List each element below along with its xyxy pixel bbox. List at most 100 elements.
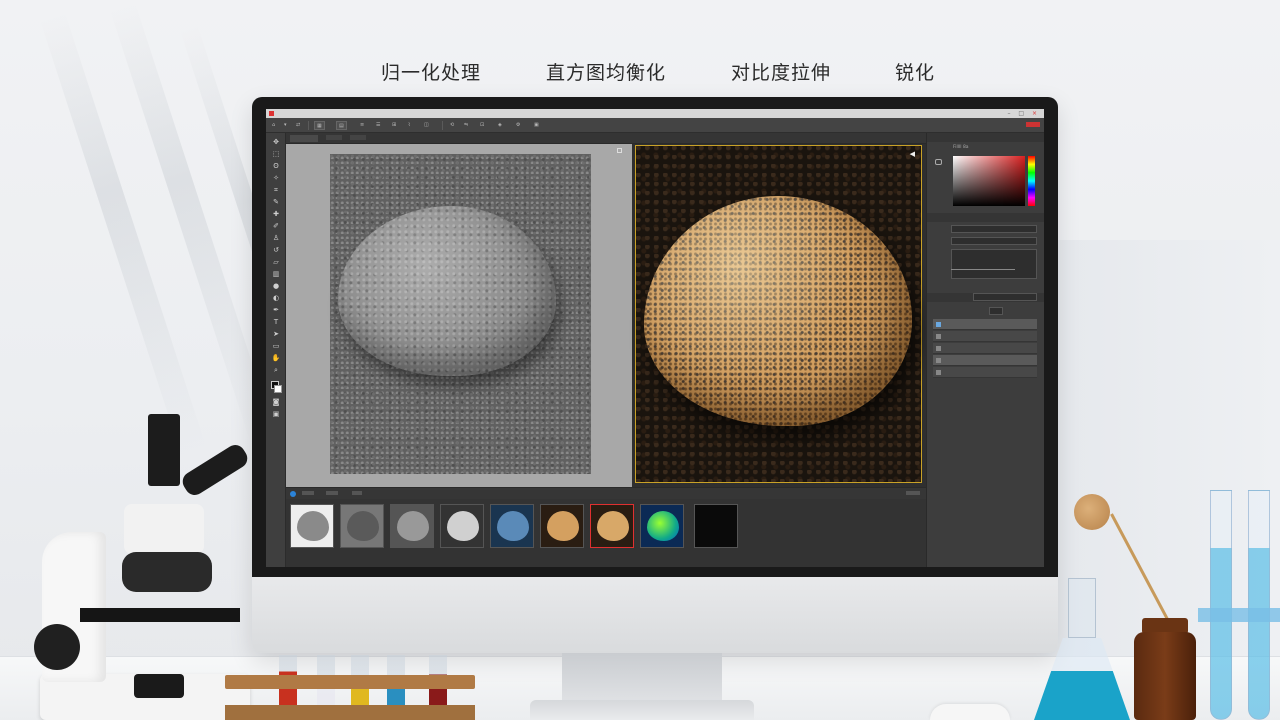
camera-icon[interactable]: ▣: [532, 121, 541, 130]
color-value-label: Fillll 8a: [953, 145, 969, 150]
thumbnail-black[interactable]: [694, 504, 738, 548]
filmstrip-tab-1[interactable]: [302, 491, 314, 495]
distribute-icon[interactable]: ☰: [374, 121, 382, 130]
thumbnail-original[interactable]: [290, 504, 334, 548]
transform-icon[interactable]: ⊞: [390, 121, 398, 130]
test-tube-cyan: [1210, 490, 1232, 720]
rotate-icon[interactable]: ⟲: [448, 121, 456, 130]
processed-image-pane[interactable]: ◀: [635, 145, 922, 483]
thumbnail-warm-selected[interactable]: [590, 504, 634, 548]
properties-dropdown[interactable]: [951, 225, 1037, 233]
brush-icon[interactable]: ✐: [271, 221, 281, 231]
monitor-bezel: – □ × ⌂ ▾ ⇄ ▦ ▤ ≡ ☰ ⊞ ⌇ ◫ ⟲ ⇋ ⊡ ◈ ⚙ ▣ ✥ …: [252, 97, 1058, 577]
warp-icon[interactable]: ⌇: [406, 121, 412, 130]
flask-neck: [1068, 578, 1096, 638]
grid-icon[interactable]: ⊡: [478, 121, 486, 130]
thumbnail-warm[interactable]: [540, 504, 584, 548]
gradient-icon[interactable]: ▥: [271, 269, 281, 279]
flip-icon[interactable]: ⇋: [462, 121, 470, 130]
layer-row[interactable]: [933, 331, 1037, 342]
tab-document-2[interactable]: [326, 135, 342, 140]
thumbnail-stone: [547, 511, 579, 541]
settings-icon[interactable]: ⚙: [514, 121, 522, 130]
filmstrip-status-icon: [290, 491, 296, 497]
original-image-pane[interactable]: [286, 144, 632, 487]
tab-document-1[interactable]: [290, 135, 318, 142]
filmstrip-tab-2[interactable]: [326, 491, 338, 495]
amber-bottle: [1134, 632, 1196, 720]
thumbnail-equalized[interactable]: [440, 504, 484, 548]
close-icon[interactable]: ×: [1032, 110, 1040, 117]
path-select-icon[interactable]: ➤: [271, 329, 281, 339]
filmstrip: [286, 499, 926, 567]
editor-window: – □ × ⌂ ▾ ⇄ ▦ ▤ ≡ ☰ ⊞ ⌇ ◫ ⟲ ⇋ ⊡ ◈ ⚙ ▣ ✥ …: [266, 109, 1044, 567]
color-panel-header: [927, 133, 1044, 142]
layer-row[interactable]: [933, 367, 1037, 378]
tool-preset-icon[interactable]: ▾: [282, 121, 289, 130]
zoom-icon[interactable]: ⌕: [271, 365, 281, 375]
healing-icon[interactable]: ✚: [271, 209, 281, 219]
blur-icon[interactable]: ●: [271, 281, 281, 291]
layer-icon: [936, 322, 941, 327]
layer-icon: [936, 358, 941, 363]
marquee-icon[interactable]: ⬚: [271, 149, 281, 159]
adjustment-slider[interactable]: [951, 269, 1015, 270]
color-field[interactable]: [953, 156, 1025, 206]
window-controls[interactable]: – □ ×: [1007, 110, 1040, 117]
thumbnail-stone: [297, 511, 329, 541]
eyedropper-icon[interactable]: ✎: [271, 197, 281, 207]
lasso-icon[interactable]: ʘ: [271, 161, 281, 171]
thumbnail-stone: [397, 511, 429, 541]
mode-option-icon[interactable]: ▤: [336, 121, 347, 130]
divider: [308, 121, 309, 130]
magic-wand-icon[interactable]: ✧: [271, 173, 281, 183]
background-color-swatch[interactable]: [274, 385, 282, 393]
thumbnail-normalized[interactable]: [340, 504, 384, 548]
thumbnail-stone: [347, 511, 379, 541]
arrange-icon[interactable]: ⇄: [294, 121, 302, 130]
blend-mode-dropdown[interactable]: [973, 293, 1037, 301]
hue-slider[interactable]: [1028, 156, 1035, 206]
pen-icon[interactable]: ✒: [271, 305, 281, 315]
grayscale-stone: [338, 206, 556, 376]
minimize-icon[interactable]: –: [1007, 110, 1013, 117]
thumbnail-false-color[interactable]: [640, 504, 684, 548]
layer-row[interactable]: [933, 355, 1037, 366]
layer-row[interactable]: [933, 319, 1037, 330]
move-icon[interactable]: ✥: [271, 137, 281, 147]
pane-menu-icon[interactable]: [617, 148, 622, 153]
dodge-icon[interactable]: ◐: [271, 293, 281, 303]
preset-dropdown[interactable]: [951, 237, 1037, 245]
thumbnail-blue[interactable]: [490, 504, 534, 548]
crop-icon[interactable]: ⌗: [271, 185, 281, 195]
color-picker-icon[interactable]: [935, 159, 942, 165]
computer-mouse: [930, 704, 1010, 720]
flask: [1034, 638, 1130, 720]
tab-document-3[interactable]: [350, 135, 366, 140]
filmstrip-tab-3[interactable]: [352, 491, 362, 495]
opacity-field[interactable]: [989, 307, 1003, 315]
screen-mode-icon[interactable]: ▣: [271, 409, 281, 419]
properties-panel-header: [927, 213, 1044, 222]
mode-selector-icon[interactable]: ▦: [314, 121, 325, 130]
history-brush-icon[interactable]: ↺: [271, 245, 281, 255]
maximize-icon[interactable]: □: [1018, 110, 1027, 117]
quick-mask-icon[interactable]: ◙: [271, 397, 281, 407]
home-icon[interactable]: ⌂: [270, 121, 277, 130]
hand-icon[interactable]: ✋: [271, 353, 281, 363]
thumbnail-stone: [647, 511, 679, 541]
thumbnail-gray[interactable]: [390, 504, 434, 548]
type-icon[interactable]: T: [271, 317, 281, 327]
stamp-icon[interactable]: ♙: [271, 233, 281, 243]
shape-icon[interactable]: ▭: [271, 341, 281, 351]
test-tube-rack: [225, 655, 475, 720]
align-icon[interactable]: ≡: [358, 121, 366, 130]
layer-row[interactable]: [933, 343, 1037, 354]
title-bar: – □ ×: [266, 109, 1044, 118]
layer-icon: [936, 346, 941, 351]
eraser-icon[interactable]: ▱: [271, 257, 281, 267]
microscope-eyepiece: [178, 441, 252, 499]
3d-icon[interactable]: ◈: [496, 121, 504, 130]
options-icon[interactable]: ◫: [422, 121, 431, 130]
curve-preview[interactable]: [951, 249, 1037, 279]
